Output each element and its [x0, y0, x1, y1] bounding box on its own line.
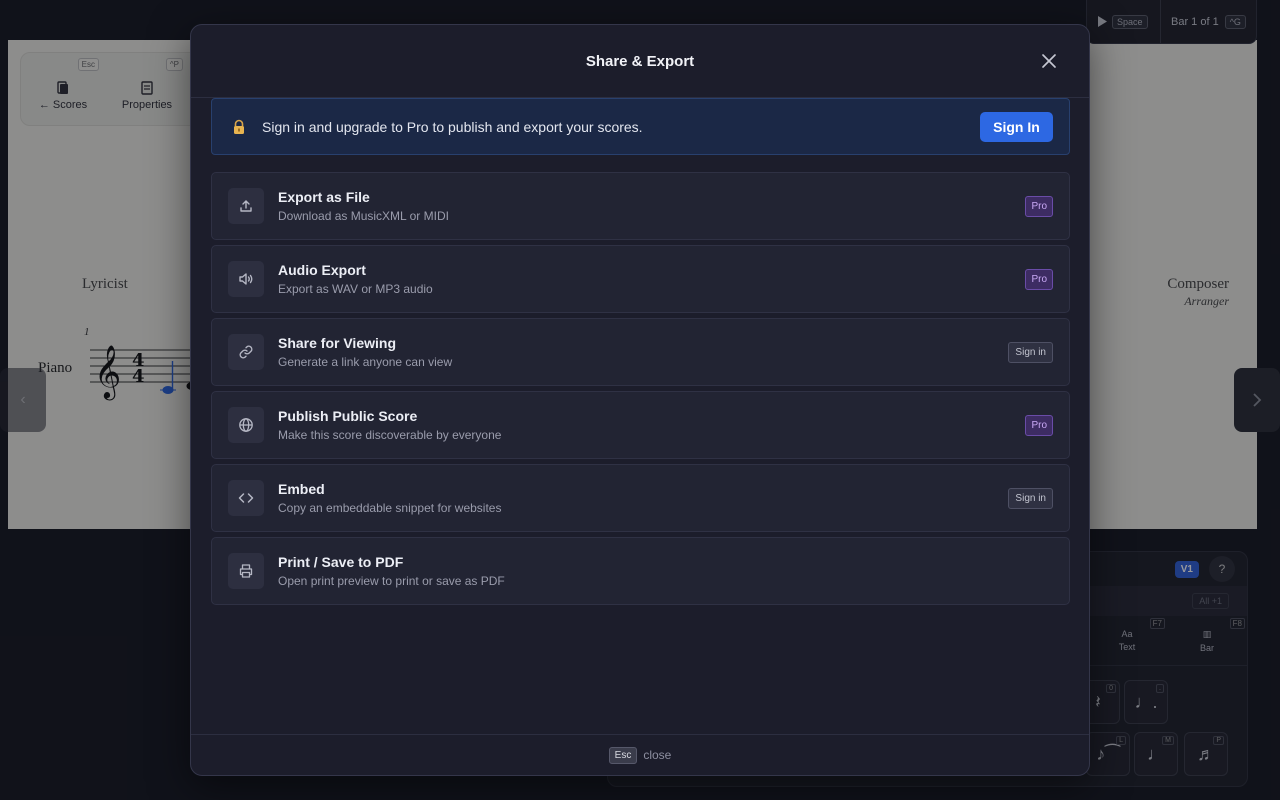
audio-export-option[interactable]: Audio Export Export as WAV or MP3 audio … [211, 245, 1070, 313]
option-title: Embed [278, 481, 325, 497]
print-pdf-option[interactable]: Print / Save to PDF Open print preview t… [211, 537, 1070, 605]
option-icon-box [228, 407, 264, 443]
share-viewing-option[interactable]: Share for Viewing Generate a link anyone… [211, 318, 1070, 386]
export-options-list: Export as File Download as MusicXML or M… [211, 172, 1070, 610]
option-title: Share for Viewing [278, 335, 396, 351]
dialog-footer: Esc close [191, 734, 1089, 775]
option-title: Export as File [278, 189, 370, 205]
option-title: Print / Save to PDF [278, 554, 404, 570]
export-file-option[interactable]: Export as File Download as MusicXML or M… [211, 172, 1070, 240]
option-icon-box [228, 334, 264, 370]
option-icon-box [228, 480, 264, 516]
option-title: Audio Export [278, 262, 366, 278]
option-description: Generate a link anyone can view [278, 355, 453, 369]
globe-icon [239, 418, 253, 432]
upload-icon [240, 200, 252, 212]
option-description: Copy an embeddable snippet for websites [278, 501, 502, 515]
close-hint-text: close [643, 748, 672, 762]
share-export-dialog: Share & Export Sign in and upgrade to Pr… [190, 24, 1090, 776]
dialog-title: Share & Export [585, 52, 695, 70]
close-button[interactable] [1039, 51, 1059, 71]
pro-badge: Pro [1025, 268, 1053, 290]
option-description: Open print preview to print or save as P… [278, 574, 505, 588]
option-title: Publish Public Score [278, 408, 418, 424]
code-icon [238, 493, 254, 503]
dialog-header: Share & Export [191, 25, 1089, 98]
speaker-icon [239, 273, 253, 285]
pro-badge: Pro [1025, 414, 1053, 436]
option-icon-box [228, 261, 264, 297]
option-description: Export as WAV or MP3 audio [278, 282, 433, 296]
upgrade-banner-text: Sign in and upgrade to Pro to publish an… [262, 118, 643, 135]
printer-icon [239, 564, 253, 578]
option-description: Download as MusicXML or MIDI [278, 209, 449, 223]
sign-in-badge: Sign in [1008, 487, 1053, 509]
option-icon-box [228, 553, 264, 589]
lock-icon [234, 119, 244, 134]
embed-option[interactable]: Embed Copy an embeddable snippet for web… [211, 464, 1070, 532]
sign-in-badge: Sign in [1008, 341, 1053, 363]
upgrade-banner: Sign in and upgrade to Pro to publish an… [211, 98, 1070, 155]
option-icon-box [228, 188, 264, 224]
pro-badge: Pro [1025, 195, 1053, 217]
escape-key-hint: Esc [608, 746, 638, 764]
sign-in-button[interactable]: Sign In [980, 111, 1053, 142]
link-icon [239, 345, 253, 359]
option-description: Make this score discoverable by everyone [278, 428, 502, 442]
publish-score-option[interactable]: Publish Public Score Make this score dis… [211, 391, 1070, 459]
close-icon [1042, 54, 1056, 68]
